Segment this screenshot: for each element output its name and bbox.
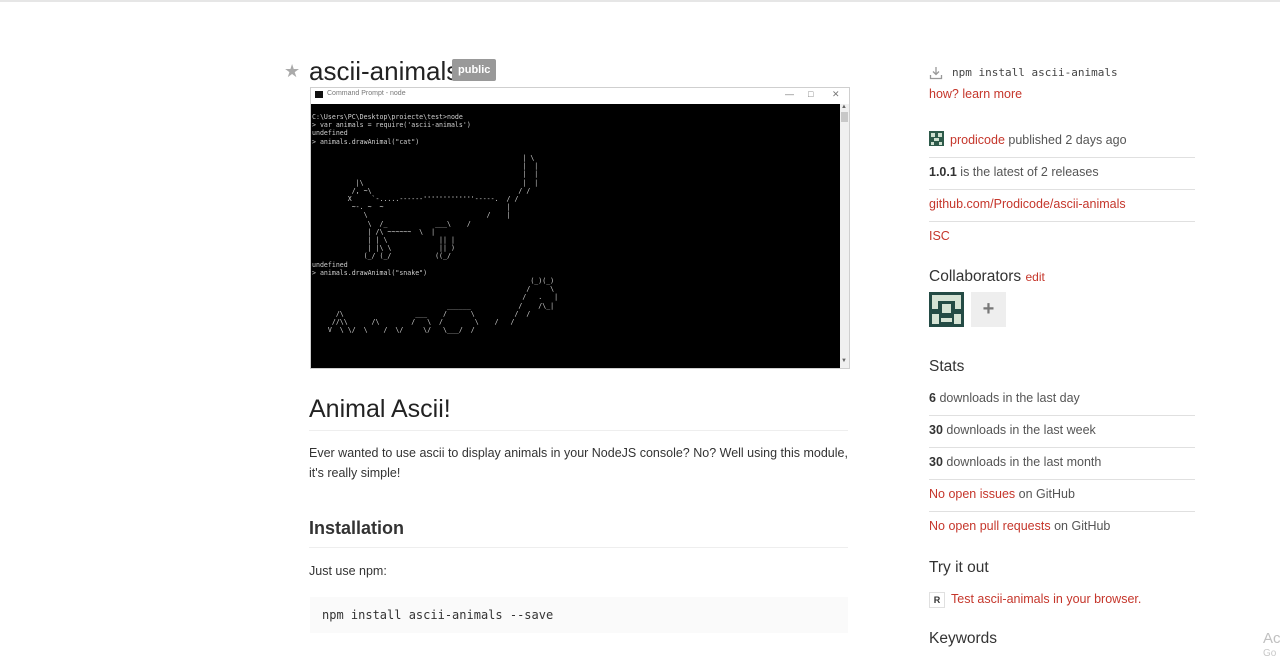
- collaborators-title: Collaborators edit: [929, 268, 1045, 286]
- try-in-browser-link[interactable]: Test ascii-animals in your browser.: [951, 592, 1141, 606]
- star-icon[interactable]: ★: [284, 61, 300, 81]
- learn-more-link[interactable]: how? learn more: [929, 87, 1022, 101]
- repository-row: github.com/Prodicode/ascii-animals: [929, 189, 1195, 222]
- stats-title: Stats: [929, 358, 965, 375]
- watermark-text: Ac: [1263, 630, 1280, 647]
- public-badge: public: [452, 59, 497, 81]
- scroll-down-icon: ▼: [841, 358, 847, 364]
- maximize-icon: □: [808, 89, 814, 99]
- repository-link[interactable]: github.com/Prodicode/ascii-animals: [929, 196, 1126, 212]
- runkit-icon: R: [929, 591, 945, 608]
- close-icon: ✕: [832, 89, 840, 99]
- console-output: C:\Users\PC\Desktop\proiecte\test>node >…: [311, 104, 840, 368]
- stat-label: downloads in the last day: [939, 391, 1080, 405]
- cmd-icon: [315, 91, 323, 98]
- console-title: Command Prompt - node: [327, 90, 406, 97]
- scroll-thumb: [841, 112, 848, 122]
- install-code: npm install ascii-animals --save: [322, 608, 554, 622]
- top-border: [0, 0, 1280, 2]
- license-row: ISC: [929, 221, 1195, 253]
- stat-count: 30: [929, 455, 943, 469]
- stat-count: 30: [929, 423, 943, 437]
- published-text: published 2 days ago: [1008, 133, 1127, 147]
- pull-requests-row: No open pull requests on GitHub: [929, 511, 1195, 543]
- console-screenshot: Command Prompt - node — □ ✕ C:\Users\PC\…: [310, 87, 850, 369]
- publisher-row: prodicode published 2 days ago: [929, 125, 1195, 158]
- open-issues-link[interactable]: No open issues: [929, 487, 1015, 501]
- open-pull-requests-link[interactable]: No open pull requests: [929, 519, 1051, 533]
- collaborator-avatar[interactable]: [929, 292, 964, 327]
- installation-heading: Installation: [309, 515, 848, 548]
- add-collaborator-button[interactable]: +: [971, 292, 1006, 327]
- console-text: C:\Users\PC\Desktop\proiecte\test>node >…: [312, 113, 559, 335]
- stat-label: downloads in the last month: [946, 455, 1102, 469]
- stats-row-day: 6 downloads in the last day: [929, 383, 1195, 416]
- license-link[interactable]: ISC: [929, 228, 950, 244]
- prs-suffix: on GitHub: [1054, 519, 1111, 533]
- package-title: ascii-animals: [309, 56, 460, 86]
- stats-row-month: 30 downloads in the last month: [929, 447, 1195, 480]
- readme-intro: Ever wanted to use ascii to display anim…: [309, 446, 848, 480]
- version-number: 1.0.1: [929, 165, 957, 179]
- try-it-out-title: Try it out: [929, 559, 989, 576]
- issues-suffix: on GitHub: [1018, 487, 1075, 501]
- stat-count: 6: [929, 391, 936, 405]
- publisher-link[interactable]: prodicode: [950, 133, 1005, 147]
- version-row: 1.0.1 is the latest of 2 releases: [929, 157, 1195, 190]
- collaborators-label: Collaborators: [929, 268, 1022, 285]
- console-titlebar: Command Prompt - node — □ ✕: [311, 88, 849, 103]
- issues-row: No open issues on GitHub: [929, 479, 1195, 512]
- version-text: is the latest of 2 releases: [960, 165, 1099, 179]
- minimize-icon: —: [785, 89, 794, 99]
- keywords-title: Keywords: [929, 630, 998, 647]
- scroll-up-icon: ▲: [841, 104, 847, 110]
- download-icon: [929, 67, 943, 80]
- collaborators-edit-link[interactable]: edit: [1026, 270, 1045, 284]
- installation-text: Just use npm:: [309, 564, 387, 578]
- watermark-subtext: Go: [1263, 648, 1277, 659]
- stat-label: downloads in the last week: [946, 423, 1096, 437]
- install-command[interactable]: npm install ascii-animals: [952, 66, 1118, 79]
- stats-row-week: 30 downloads in the last week: [929, 415, 1195, 448]
- console-scrollbar: ▲ ▼: [840, 104, 849, 368]
- install-code-block: npm install ascii-animals --save: [310, 597, 848, 633]
- publisher-avatar[interactable]: [929, 131, 944, 146]
- readme-heading: Animal Ascii!: [309, 392, 848, 431]
- try-it-out-row: R Test ascii-animals in your browser.: [929, 590, 1141, 608]
